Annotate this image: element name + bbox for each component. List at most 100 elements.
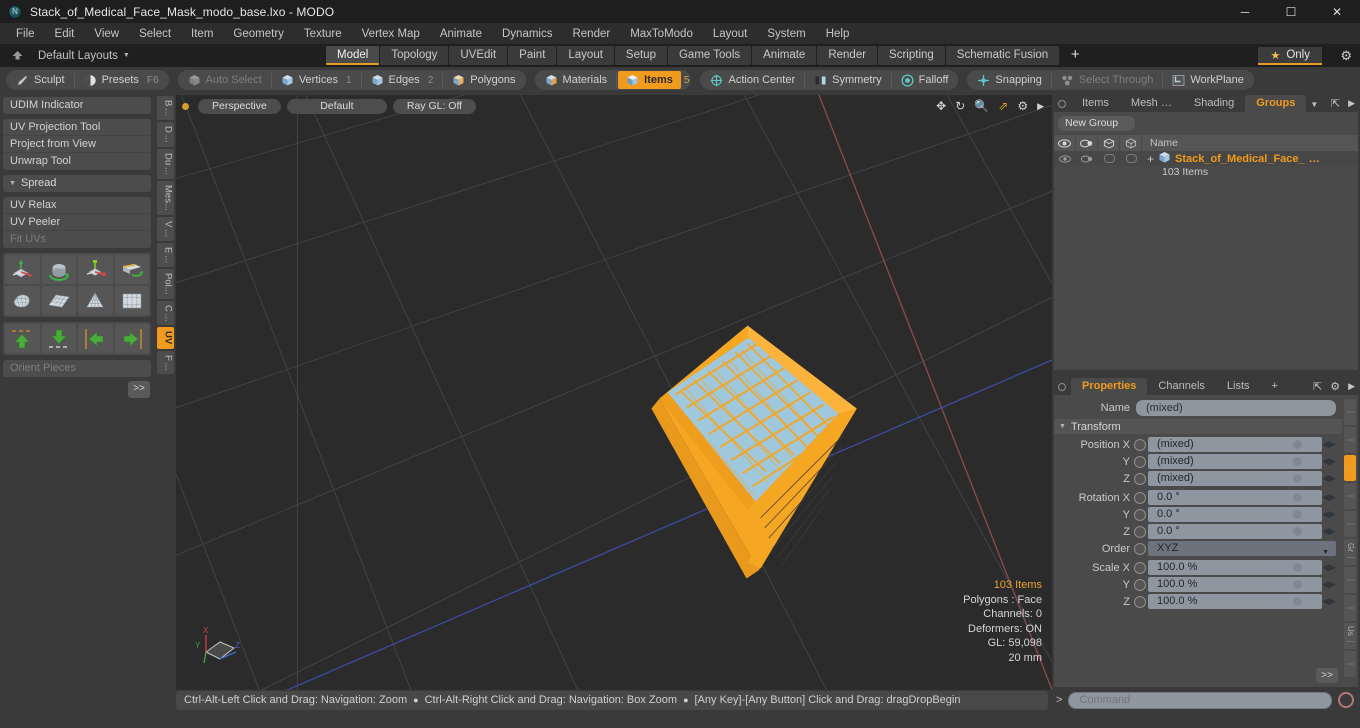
vtab-c[interactable]: C ... xyxy=(156,300,174,326)
layout-tab-setup[interactable]: Setup xyxy=(614,46,667,65)
materials-button[interactable]: Materials xyxy=(537,71,616,89)
value-knob[interactable] xyxy=(1293,563,1302,572)
home-icon[interactable] xyxy=(6,50,28,61)
tab-mesh[interactable]: Mesh … xyxy=(1119,95,1183,112)
menu-texture[interactable]: Texture xyxy=(294,25,352,43)
arrow-down-icon[interactable] xyxy=(41,324,76,353)
tab-channels[interactable]: Channels xyxy=(1147,378,1216,395)
uv-flip-icon[interactable] xyxy=(114,255,149,284)
pvtab-4[interactable]: ⋮ xyxy=(1344,483,1356,509)
rotate-view-icon[interactable]: ↻ xyxy=(955,99,965,113)
arrow-right-icon[interactable] xyxy=(114,324,149,353)
left-panel-more-button[interactable]: >> xyxy=(128,381,150,398)
only-toggle-button[interactable]: ★ Only xyxy=(1258,47,1322,65)
layout-tab-render[interactable]: Render xyxy=(817,46,878,65)
viewport-raygl-toggle[interactable]: Ray GL: Off xyxy=(392,98,477,114)
vertices-button[interactable]: Vertices 1 xyxy=(273,71,360,89)
scale-x-radio[interactable] xyxy=(1134,561,1146,574)
properties-more-button[interactable]: >> xyxy=(1316,668,1338,683)
row-lock-checkbox[interactable] xyxy=(1098,151,1120,166)
pvtab-5[interactable]: ⋮ xyxy=(1344,511,1356,537)
menu-animate[interactable]: Animate xyxy=(430,25,492,43)
menu-layout[interactable]: Layout xyxy=(703,25,758,43)
scale-z-spinner[interactable]: ◀▶ xyxy=(1322,596,1336,607)
viewport-canvas[interactable] xyxy=(176,95,1052,690)
sculpt-button[interactable]: Sculpt xyxy=(8,71,73,89)
tool-unwrap-tool[interactable]: Unwrap Tool xyxy=(3,153,151,170)
orient-pieces-row[interactable]: Orient Pieces xyxy=(3,360,151,377)
properties-gear-icon[interactable]: ⚙ xyxy=(1330,380,1340,393)
scale-z-radio[interactable] xyxy=(1134,595,1146,608)
vtab-mesh[interactable]: Mes... xyxy=(156,180,174,215)
add-layout-tab-button[interactable]: + xyxy=(1060,46,1090,65)
rotation-y-spinner[interactable]: ◀▶ xyxy=(1322,509,1336,520)
pvtab-8[interactable]: ⋮ xyxy=(1344,595,1356,621)
order-dropdown[interactable]: XYZ ▼ xyxy=(1148,541,1336,556)
scale-y-input[interactable]: 100.0 % xyxy=(1148,577,1322,592)
value-knob[interactable] xyxy=(1293,580,1302,589)
menu-system[interactable]: System xyxy=(757,25,815,43)
tab-shading[interactable]: Shading xyxy=(1182,95,1246,112)
presets-button[interactable]: Presets F6 xyxy=(76,71,167,89)
menu-select[interactable]: Select xyxy=(129,25,181,43)
layout-tab-layout[interactable]: Layout xyxy=(557,46,614,65)
menu-help[interactable]: Help xyxy=(816,25,860,43)
menu-render[interactable]: Render xyxy=(562,25,620,43)
tool-fit-uvs[interactable]: Fit UVs xyxy=(3,231,151,248)
snapping-button[interactable]: Snapping xyxy=(969,71,1050,89)
zoom-view-icon[interactable]: 🔍 xyxy=(974,99,989,113)
value-knob[interactable] xyxy=(1293,457,1302,466)
expand-panel-icon[interactable]: ⇱ xyxy=(1331,97,1340,110)
layout-tab-schematic-fusion[interactable]: Schematic Fusion xyxy=(945,46,1060,65)
command-input[interactable] xyxy=(1068,691,1332,709)
rotation-x-input[interactable]: 0.0 ° xyxy=(1148,490,1322,505)
value-knob[interactable] xyxy=(1293,527,1302,536)
scale-z-input[interactable]: 100.0 % xyxy=(1148,594,1322,609)
menu-item[interactable]: Item xyxy=(181,25,223,43)
value-knob[interactable] xyxy=(1293,493,1302,502)
vtab-d[interactable]: D ... xyxy=(156,122,174,147)
vtab-e[interactable]: E ... xyxy=(156,242,174,268)
edges-button[interactable]: Edges 2 xyxy=(363,71,442,89)
scale-x-input[interactable]: 100.0 % xyxy=(1148,560,1322,575)
uv-sphere-grid-icon[interactable] xyxy=(114,286,149,315)
expander-icon[interactable]: + xyxy=(1147,152,1154,166)
close-button[interactable]: ✕ xyxy=(1314,0,1360,23)
tab-items[interactable]: Items xyxy=(1071,95,1120,112)
vtab-uv[interactable]: UV xyxy=(156,327,174,349)
wire-icon[interactable] xyxy=(1120,135,1142,151)
vtab-pol[interactable]: Pol... xyxy=(156,269,174,299)
tool-uv-projection-tool[interactable]: UV Projection Tool xyxy=(3,119,151,136)
tab-properties[interactable]: Properties xyxy=(1071,378,1148,395)
rotation-x-radio[interactable] xyxy=(1134,491,1146,504)
gear-icon[interactable]: ⚙ xyxy=(1340,48,1352,64)
workplane-button[interactable]: WorkPlane xyxy=(1164,71,1252,89)
menu-maxtomodo[interactable]: MaxToModo xyxy=(620,25,703,43)
eye-icon[interactable] xyxy=(1054,135,1076,151)
uv-scale-icon[interactable] xyxy=(78,255,113,284)
menu-file[interactable]: File xyxy=(6,25,45,43)
position-y-radio[interactable] xyxy=(1134,455,1146,468)
tool-uv-peeler[interactable]: UV Peeler xyxy=(3,214,151,231)
position-y-spinner[interactable]: ◀▶ xyxy=(1322,456,1336,467)
menu-geometry[interactable]: Geometry xyxy=(223,25,294,43)
menu-edit[interactable]: Edit xyxy=(45,25,85,43)
symmetry-button[interactable]: Symmetry xyxy=(806,71,890,89)
uv-cone-icon[interactable] xyxy=(78,286,113,315)
minimize-button[interactable]: ─ xyxy=(1222,0,1268,23)
pvtab-1[interactable]: ⋮ xyxy=(1344,399,1356,425)
rotation-z-input[interactable]: 0.0 ° xyxy=(1148,524,1322,539)
axis-gizmo[interactable]: X Y Z xyxy=(190,622,246,671)
lock-icon[interactable] xyxy=(1098,135,1120,151)
position-x-radio[interactable] xyxy=(1134,438,1146,451)
layout-tab-model[interactable]: Model xyxy=(326,46,380,65)
value-knob[interactable] xyxy=(1293,510,1302,519)
auto-select-button[interactable]: Auto Select xyxy=(180,71,270,89)
value-knob[interactable] xyxy=(1293,440,1302,449)
value-knob[interactable] xyxy=(1293,597,1302,606)
pvtab-user[interactable]: Us ⋮ xyxy=(1344,623,1356,649)
name-input[interactable]: (mixed) xyxy=(1136,399,1336,416)
menu-vertex-map[interactable]: Vertex Map xyxy=(352,25,430,43)
rotation-z-spinner[interactable]: ◀▶ xyxy=(1322,526,1336,537)
pvtab-groups[interactable]: Gr ⋮ xyxy=(1344,539,1356,565)
